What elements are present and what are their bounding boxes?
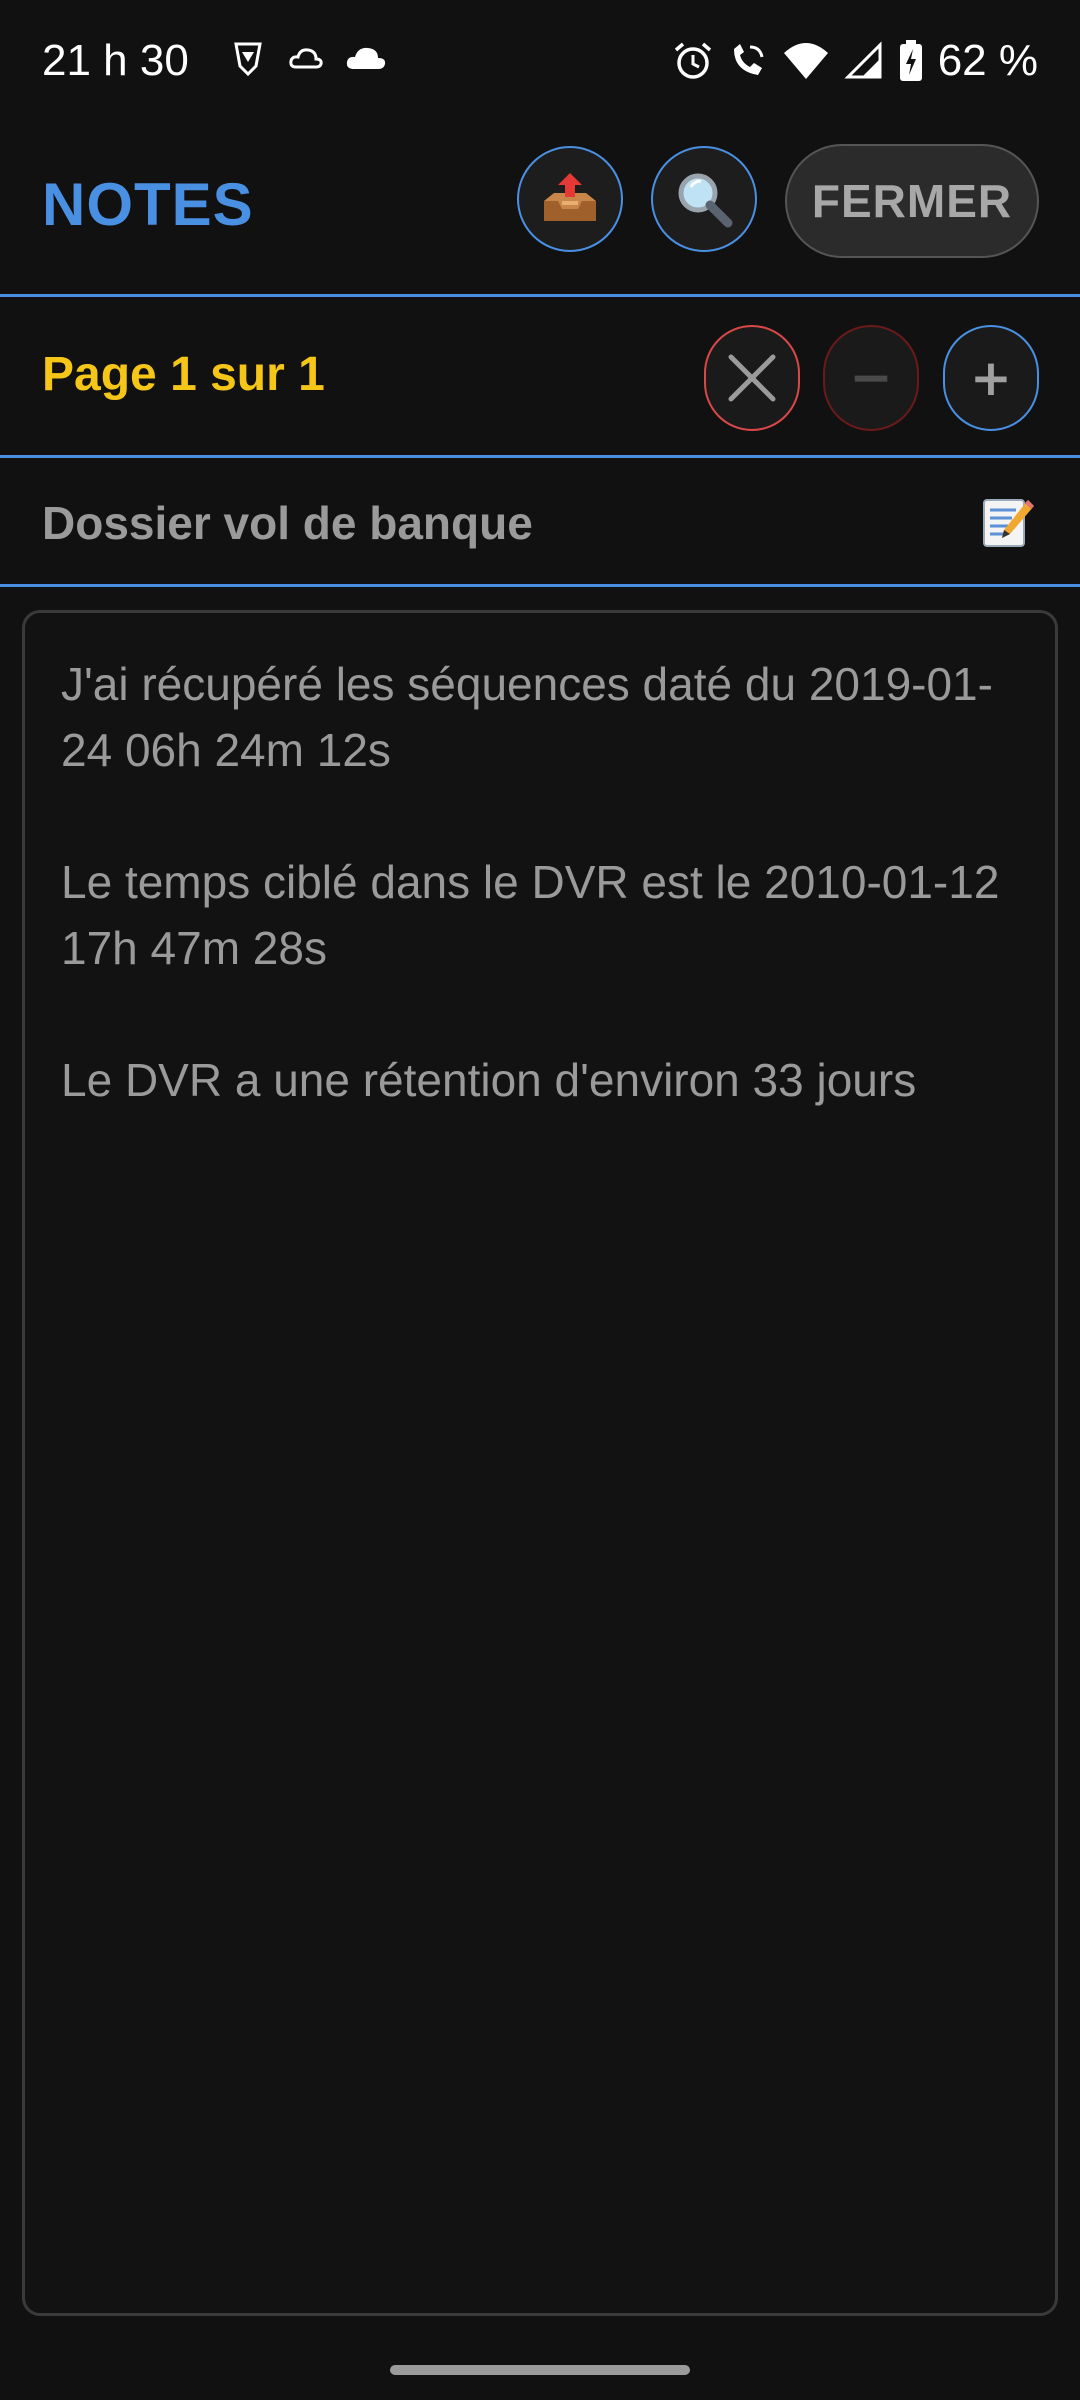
add-page-button[interactable]: + — [943, 325, 1039, 431]
status-time: 21 h 30 — [42, 36, 189, 85]
app-header: NOTES FERMER — [0, 126, 1080, 297]
cloud-icon — [344, 43, 388, 73]
signal-icon — [844, 41, 884, 81]
close-icon — [725, 351, 779, 405]
wifi-call-icon — [728, 41, 768, 81]
previous-page-button[interactable]: − — [823, 325, 919, 431]
status-bar: 21 h 30 62 % — [0, 0, 1080, 126]
cloud-outline-icon — [288, 43, 324, 73]
search-button[interactable] — [651, 146, 757, 252]
home-indicator[interactable] — [390, 2365, 690, 2375]
battery-percent: 62 % — [937, 36, 1038, 85]
alarm-icon — [672, 40, 714, 82]
brave-icon — [228, 38, 268, 78]
status-right-icons: 62 % — [672, 36, 1038, 86]
note-title-bar: Dossier vol de banque — [0, 458, 1080, 587]
wifi-icon — [782, 41, 830, 81]
app-title: NOTES — [42, 171, 254, 238]
note-paragraph: J'ai récupéré les séquences daté du 2019… — [61, 658, 993, 776]
note-paragraph: Le temps ciblé dans le DVR est le 2010-0… — [61, 856, 1000, 974]
page-indicator: Page 1 sur 1 — [42, 348, 325, 401]
note-body-textarea[interactable]: J'ai récupéré les séquences daté du 2019… — [22, 610, 1058, 2316]
status-left-icons — [228, 38, 388, 78]
delete-page-button[interactable] — [704, 325, 800, 431]
memo-edit-icon[interactable] — [980, 494, 1036, 550]
export-button[interactable] — [517, 146, 623, 252]
note-paragraph: Le DVR a une rétention d'environ 33 jour… — [61, 1054, 917, 1106]
page-bar: Page 1 sur 1 − + — [0, 297, 1080, 458]
note-title[interactable]: Dossier vol de banque — [42, 496, 533, 550]
magnifier-icon — [674, 169, 734, 229]
close-button[interactable]: FERMER — [785, 144, 1039, 258]
battery-charging-icon — [898, 39, 924, 83]
outbox-tray-icon — [540, 171, 600, 227]
